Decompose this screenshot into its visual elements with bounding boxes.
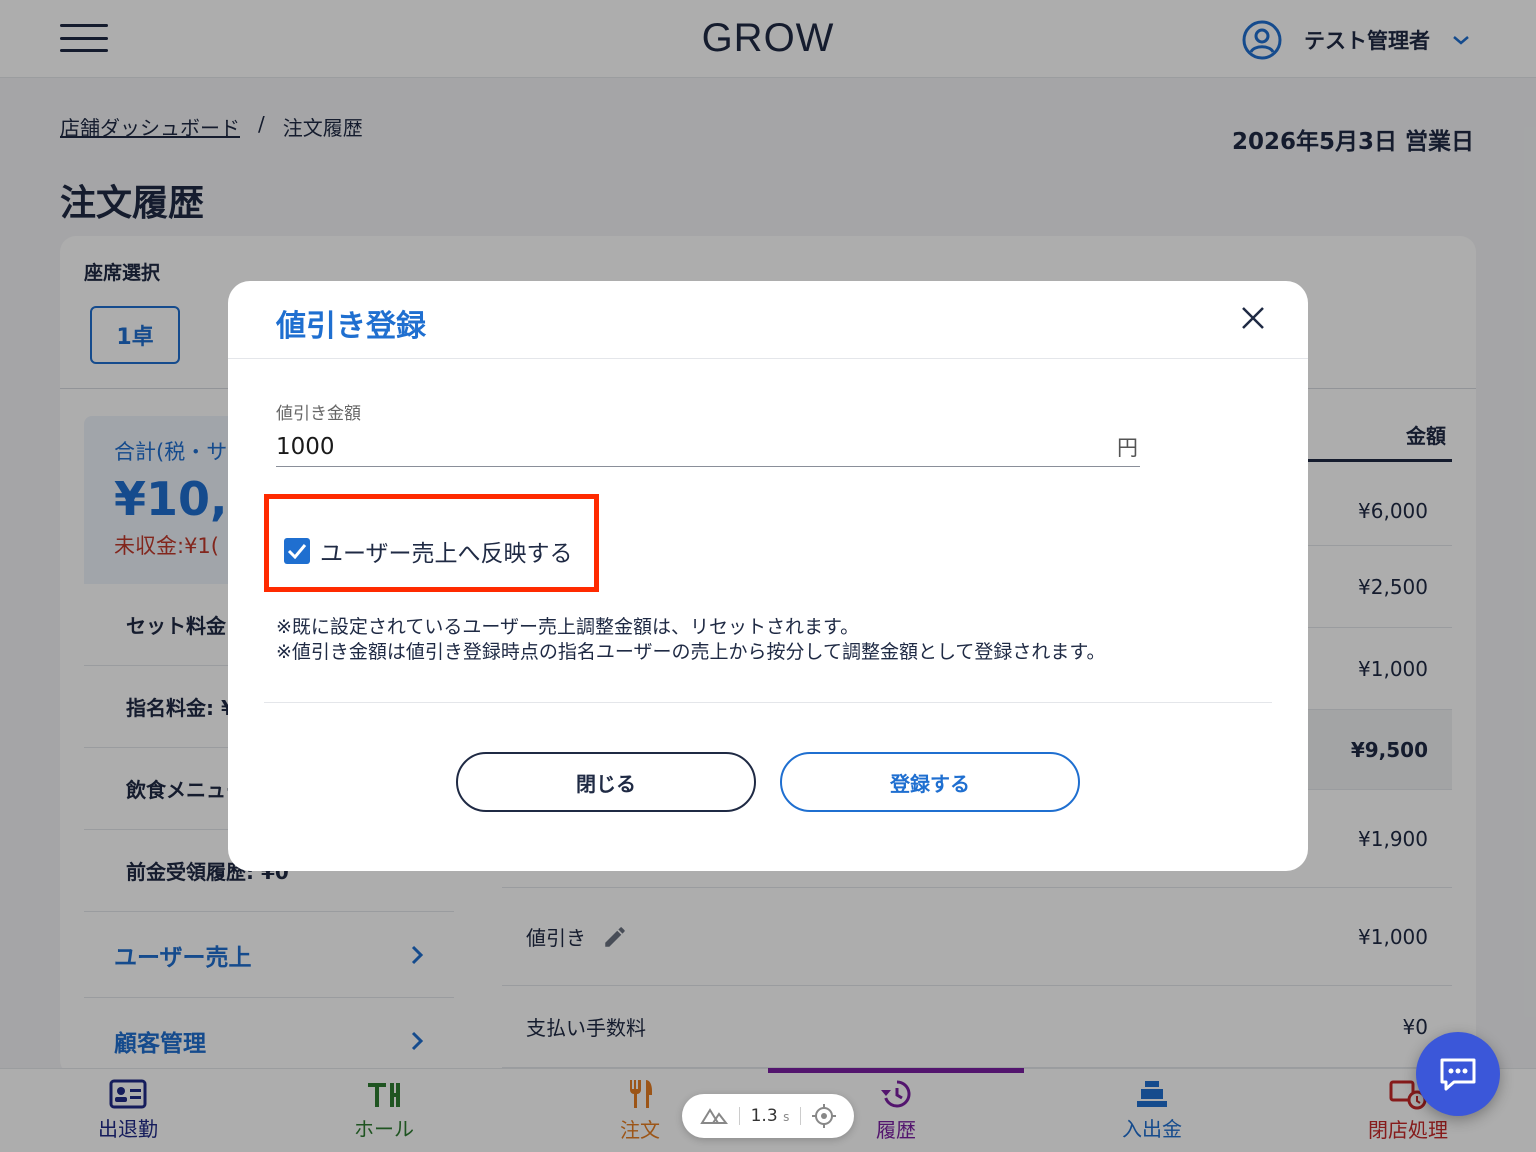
- performance-indicator[interactable]: 1.3 s: [682, 1094, 854, 1138]
- modal-footer-divider: [264, 702, 1272, 703]
- perf-separator: [738, 1107, 740, 1125]
- chat-bubble-icon: [1440, 1058, 1476, 1091]
- note-line-1: ※既に設定されているユーザー売上調整金額は、リセットされます。: [276, 616, 860, 638]
- modal-title: 値引き登録: [276, 309, 426, 344]
- checkbox-checked-icon[interactable]: [284, 538, 310, 564]
- modal-header-divider: [228, 358, 1308, 359]
- crosshair-icon[interactable]: [812, 1104, 837, 1128]
- note-line-2: ※値引き金額は値引き登録時点の指名ユーザーの売上から按分して調整金額として登録さ…: [276, 641, 1106, 663]
- chat-fab-button[interactable]: [1416, 1032, 1500, 1116]
- modal-note: ※既に設定されているユーザー売上調整金額は、リセットされます。 ※値引き金額は値…: [276, 615, 1146, 665]
- nuxt-logo-icon: [699, 1108, 728, 1124]
- perf-time: 1.3 s: [750, 1106, 790, 1126]
- register-button[interactable]: 登録する: [780, 752, 1080, 812]
- perf-separator: [800, 1107, 802, 1125]
- discount-amount-input[interactable]: [276, 433, 876, 460]
- reflect-user-sales-checkbox[interactable]: ユーザー売上へ反映する: [284, 534, 573, 568]
- discount-amount-field: 円: [276, 427, 1140, 467]
- close-icon[interactable]: [1238, 303, 1268, 333]
- checkbox-label: ユーザー売上へ反映する: [320, 541, 573, 567]
- currency-unit: 円: [1117, 435, 1138, 460]
- discount-modal: 値引き登録 値引き金額 円 ユーザー売上へ反映する ※既に設定されているユーザー…: [228, 281, 1308, 871]
- close-button[interactable]: 閉じる: [456, 752, 756, 812]
- discount-amount-label: 値引き金額: [276, 404, 361, 424]
